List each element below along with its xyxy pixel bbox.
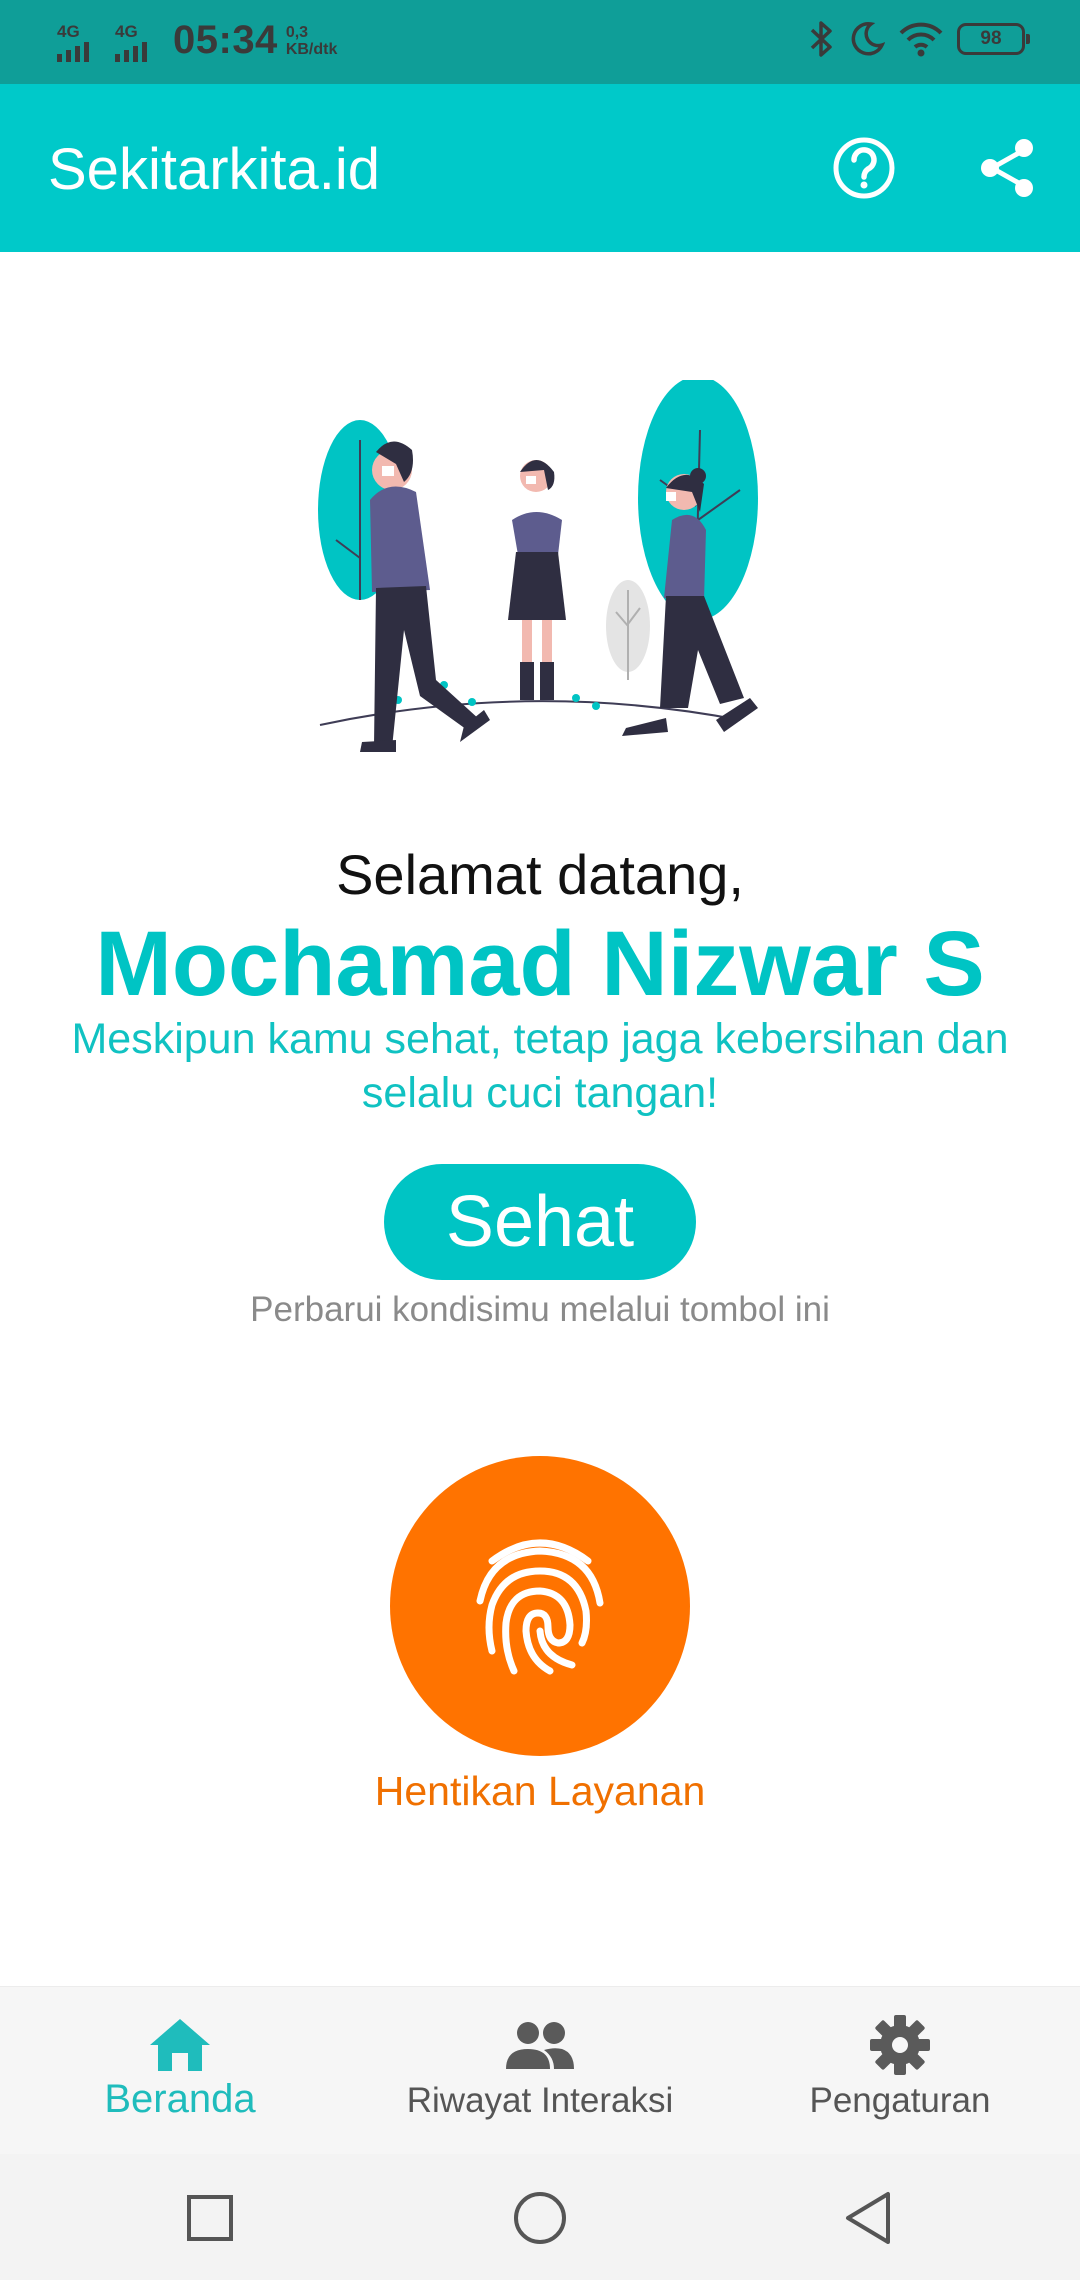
nav-label-riwayat-interaksi: Riwayat Interaksi: [406, 2081, 674, 2120]
home-icon: [150, 2019, 210, 2071]
battery-icon: 98: [957, 23, 1030, 55]
health-tip-line-1: Meskipun kamu sehat, tetap jaga kebersih…: [71, 1015, 1009, 1063]
status-hint: Perbarui kondisimu melalui tombol ini: [250, 1290, 830, 1329]
stop-service-button[interactable]: [390, 1456, 690, 1756]
user-name: Mochamad Nizwar S: [95, 913, 985, 1015]
share-button[interactable]: [966, 126, 1050, 210]
bluetooth-icon: [810, 21, 832, 57]
status-bar-right: 98: [809, 20, 1030, 58]
clock: 05:34: [173, 18, 278, 62]
greeting-text: Selamat datang,: [336, 843, 744, 906]
system-navigation-bar: [0, 2154, 1080, 2280]
fingerprint-icon: [476, 1539, 604, 1675]
status-bar-left: 4G 4G 05:34 0,3 KB/dtk: [55, 18, 337, 63]
share-icon: [981, 139, 1033, 197]
back-button[interactable]: [836, 2186, 900, 2250]
triangle-back-icon: [846, 2192, 890, 2244]
square-icon: [187, 2195, 233, 2241]
moon-icon: [851, 22, 885, 56]
help-icon: [833, 137, 895, 199]
nav-item-pengaturan[interactable]: Pengaturan: [780, 1987, 1020, 2155]
health-tip: Meskipun kamu sehat, tetap jaga kebersih…: [40, 1012, 1040, 1120]
nav-label-pengaturan: Pengaturan: [809, 2081, 991, 2120]
people-walking-illustration: [318, 380, 758, 752]
help-button[interactable]: [822, 126, 906, 210]
home-button[interactable]: [508, 2186, 572, 2250]
nav-item-beranda[interactable]: Beranda: [60, 1987, 300, 2155]
network-speed-unit: KB/dtk: [285, 40, 338, 58]
network-speed-value: 0,3: [285, 23, 309, 41]
gear-icon: [870, 2015, 930, 2075]
circle-icon: [514, 2192, 566, 2244]
signal-strength-icon: 4G: [55, 20, 107, 62]
signal-strength-icon-2: 4G: [113, 20, 165, 62]
app-bar: Sekitarkita.id: [0, 84, 1080, 252]
nav-label-beranda: Beranda: [104, 2077, 256, 2121]
bottom-navigation: Beranda Riwayat Interaksi Pengaturan: [0, 1986, 1080, 2155]
wifi-icon: [899, 22, 943, 57]
stop-service-label: Hentikan Layanan: [374, 1768, 706, 1814]
people-icon: [506, 2022, 574, 2069]
health-status-button[interactable]: Sehat: [384, 1164, 696, 1280]
recent-apps-button[interactable]: [178, 2186, 242, 2250]
network-type-2: 4G: [115, 21, 138, 41]
network-type-1: 4G: [57, 21, 80, 41]
app-title: Sekitarkita.id: [48, 137, 381, 202]
network-speed: 0,3 KB/dtk: [286, 24, 338, 58]
status-bar: 4G 4G 05:34 0,3 KB/dtk 98: [0, 0, 1080, 84]
health-tip-line-2: selalu cuci tangan!: [361, 1069, 719, 1117]
nav-item-riwayat-interaksi[interactable]: Riwayat Interaksi: [380, 1987, 700, 2155]
